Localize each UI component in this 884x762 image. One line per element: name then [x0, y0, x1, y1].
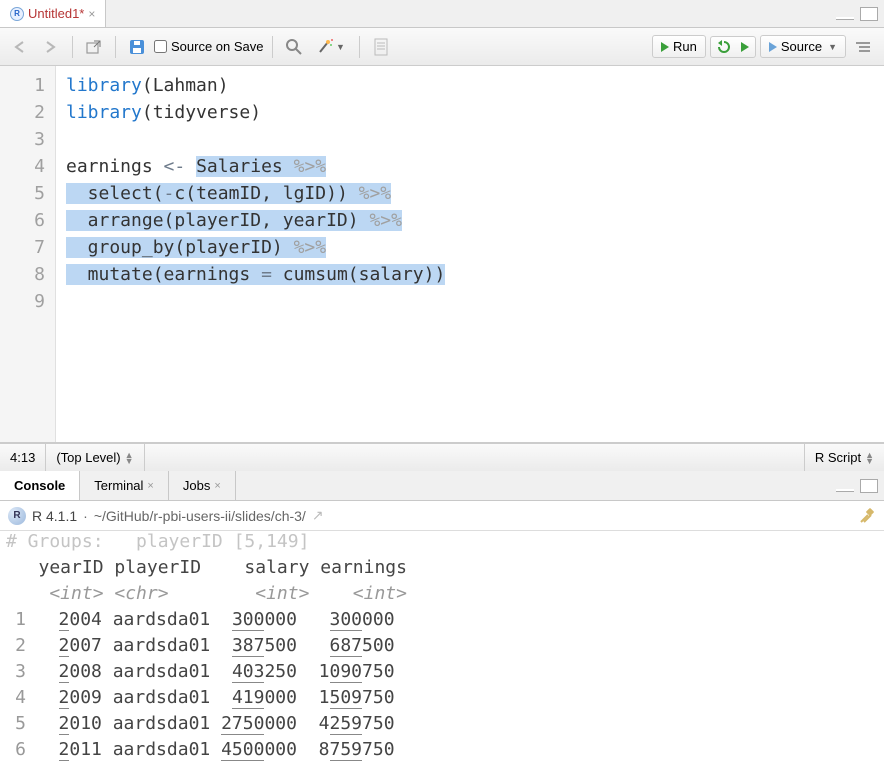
show-in-new-window-button[interactable] [81, 34, 107, 60]
minimize-pane-icon[interactable] [836, 17, 854, 20]
source-on-save-label: Source on Save [171, 39, 264, 54]
source-on-save-toggle[interactable]: Source on Save [154, 39, 264, 54]
source-icon [769, 42, 777, 52]
source-on-save-checkbox[interactable] [154, 40, 167, 53]
document-tabbar: R Untitled1* × [0, 0, 884, 28]
document-tab[interactable]: R Untitled1* × [0, 0, 106, 27]
close-icon[interactable]: × [147, 480, 153, 492]
goto-dir-icon[interactable]: ↗ [312, 507, 324, 524]
close-tab-icon[interactable]: × [88, 7, 95, 21]
compile-report-button[interactable] [368, 34, 394, 60]
console-tabbar: Console Terminal× Jobs× [0, 471, 884, 501]
minimize-pane-icon[interactable] [836, 489, 854, 492]
tab-title: Untitled1* [28, 6, 84, 21]
tab-jobs[interactable]: Jobs× [169, 471, 236, 500]
line-gutter: 123456789 [0, 66, 56, 442]
console-header: R R 4.1.1 · ~/GitHub/r-pbi-users-ii/slid… [0, 501, 884, 531]
rerun-icon [741, 42, 749, 52]
rerun-button[interactable] [710, 36, 756, 58]
console-output[interactable]: # Groups: playerID [5,149] yearID player… [0, 531, 884, 762]
source-button[interactable]: Source ▼ [760, 35, 846, 58]
maximize-pane-icon[interactable] [860, 7, 878, 21]
tab-terminal[interactable]: Terminal× [80, 471, 169, 500]
run-icon [661, 42, 669, 52]
run-button[interactable]: Run [652, 35, 706, 58]
code-area[interactable]: library(Lahman)library(tidyverse) earnin… [56, 66, 884, 442]
r-version: R 4.1.1 [32, 508, 77, 524]
maximize-pane-icon[interactable] [860, 479, 878, 493]
save-button[interactable] [124, 34, 150, 60]
working-directory[interactable]: ~/GitHub/r-pbi-users-ii/slides/ch-3/ [94, 508, 306, 524]
close-icon[interactable]: × [214, 480, 220, 492]
clear-console-icon[interactable] [858, 507, 876, 525]
editor-toolbar: Source on Save ▼ Run Source ▼ [0, 28, 884, 66]
run-label: Run [673, 39, 697, 54]
editor-statusbar: 4:13 (Top Level)▲▼ R Script▲▼ [0, 443, 884, 471]
language-selector[interactable]: R Script▲▼ [804, 444, 884, 471]
r-logo-icon: R [8, 507, 26, 525]
tab-console[interactable]: Console [0, 471, 80, 500]
source-label: Source [781, 39, 822, 54]
scope-selector[interactable]: (Top Level)▲▼ [46, 444, 144, 471]
outline-button[interactable] [850, 34, 876, 60]
code-tools-button[interactable]: ▼ [311, 34, 351, 60]
find-button[interactable] [281, 34, 307, 60]
r-file-icon: R [10, 7, 24, 21]
back-button[interactable] [8, 34, 34, 60]
source-editor[interactable]: 123456789 library(Lahman)library(tidyver… [0, 66, 884, 443]
forward-button[interactable] [38, 34, 64, 60]
cursor-position: 4:13 [0, 444, 46, 471]
